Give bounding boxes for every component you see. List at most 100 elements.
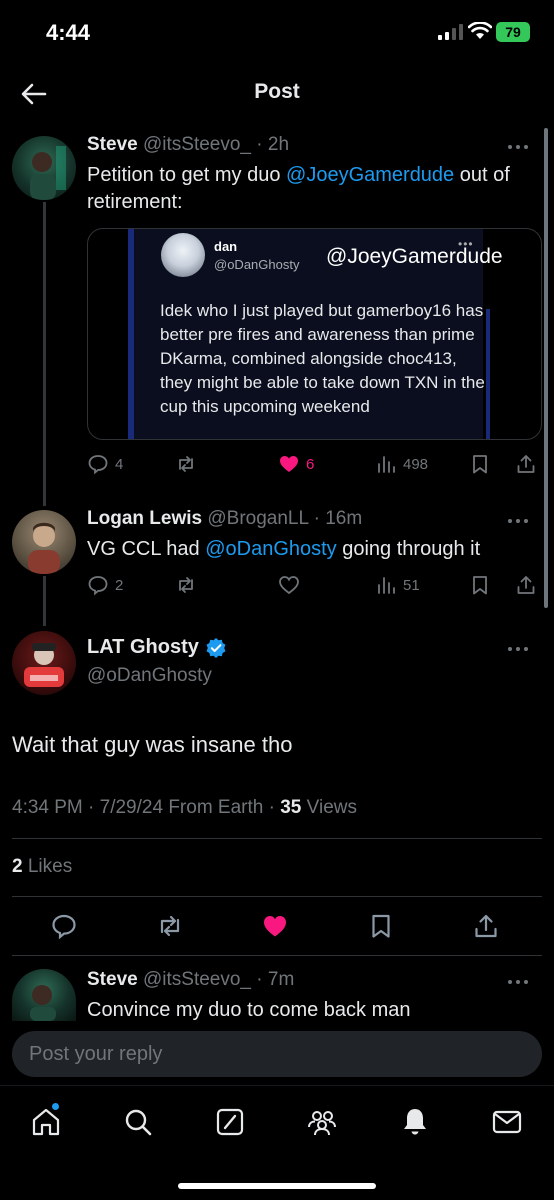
battery-indicator: 79	[496, 22, 530, 42]
quoted-mention: @JoeyGamerdude	[326, 245, 503, 268]
thread-connector	[43, 202, 46, 506]
author-handle[interactable]: @BroganLL	[207, 508, 308, 529]
tab-grok[interactable]	[214, 1106, 246, 1138]
media-decoration	[128, 229, 134, 439]
tweet-time: · 16m	[313, 508, 363, 529]
mention-link[interactable]: @oDanGhosty	[205, 538, 336, 560]
communities-icon	[308, 1111, 336, 1136]
views-label: Views	[301, 797, 357, 818]
tab-communities[interactable]	[306, 1106, 338, 1138]
quoted-avatar	[161, 233, 205, 277]
quoted-author-handle: @oDanGhosty	[214, 257, 300, 272]
tweet-time: · 7m	[256, 969, 295, 990]
avatar[interactable]	[12, 136, 76, 200]
divider	[12, 838, 542, 839]
avatar[interactable]	[12, 510, 76, 574]
bookmark-icon	[473, 576, 487, 595]
main-post-header: LAT Ghosty	[87, 636, 227, 659]
tweet-text-part: VG CCL had	[87, 538, 206, 560]
tweet-text: VG CCL had @oDanGhosty going through it	[87, 536, 537, 563]
share-button[interactable]	[472, 912, 502, 942]
tweet-actions: 2 51	[87, 572, 542, 598]
repost-button[interactable]	[175, 451, 197, 477]
author-name[interactable]: LAT Ghosty	[87, 636, 199, 659]
more-options-icon[interactable]	[506, 517, 530, 525]
tab-home[interactable]	[30, 1106, 62, 1138]
likes-label: Likes	[22, 856, 73, 877]
tab-notifications[interactable]	[399, 1106, 431, 1138]
tweet-header: Steve @itsSteevo_ · 2h	[87, 134, 289, 156]
views-icon	[378, 577, 395, 594]
tweet-header: Logan Lewis @BroganLL · 16m	[87, 508, 362, 530]
page-title: Post	[254, 80, 300, 103]
post-metadata: 4:34 PM · 7/29/24 From Earth · 35 Views	[12, 797, 357, 819]
heart-outline-icon	[279, 576, 299, 595]
tab-search[interactable]	[122, 1106, 154, 1138]
bookmark-button[interactable]	[469, 451, 491, 477]
bookmark-button[interactable]	[367, 912, 397, 942]
bookmark-button[interactable]	[469, 572, 491, 598]
tweet-text: Convince my duo to come back man	[87, 999, 411, 1020]
verified-badge-icon	[206, 637, 226, 658]
cellular-signal-icon	[438, 24, 463, 40]
author-name[interactable]: Steve	[87, 969, 138, 990]
author-handle[interactable]: @itsSteevo_	[143, 969, 251, 990]
quoted-media-card[interactable]: dan @oDanGhosty @JoeyGamerdude ••• Idek …	[87, 228, 542, 440]
divider	[12, 896, 542, 897]
status-time: 4:44	[46, 20, 91, 45]
tweet-header: Steve @itsSteevo_ · 7m	[87, 969, 294, 991]
mention-link[interactable]: @JoeyGamerdude	[286, 164, 454, 186]
repost-button[interactable]	[175, 572, 197, 598]
author-name[interactable]: Logan Lewis	[87, 508, 202, 529]
more-options-icon[interactable]	[506, 645, 530, 653]
reply-icon	[52, 914, 76, 940]
home-indicator[interactable]	[178, 1183, 376, 1189]
battery-level: 79	[505, 24, 521, 40]
share-icon	[475, 914, 497, 938]
avatar[interactable]	[12, 631, 76, 695]
grok-icon	[216, 1108, 244, 1136]
views-button[interactable]: 51	[375, 572, 420, 598]
repost-icon	[160, 915, 180, 937]
views-count: 35	[280, 797, 302, 818]
like-button[interactable]	[261, 912, 291, 942]
views-count: 498	[403, 455, 429, 473]
likes-summary[interactable]: 2 Likes	[12, 856, 72, 878]
reply-button[interactable]: 4	[87, 451, 123, 477]
home-icon	[32, 1108, 60, 1136]
wifi-icon	[468, 22, 492, 39]
bookmark-icon	[372, 914, 390, 938]
likes-count: 2	[12, 856, 23, 877]
more-options-icon[interactable]	[506, 978, 530, 986]
bookmark-icon	[473, 455, 487, 474]
more-options-icon[interactable]	[506, 143, 530, 151]
reply-input[interactable]: Post your reply	[12, 1031, 542, 1077]
home-unread-dot	[52, 1103, 59, 1110]
tweet-text-part: going through it	[336, 538, 481, 560]
repost-icon	[179, 456, 193, 472]
share-button[interactable]	[515, 572, 537, 598]
repost-button[interactable]	[156, 912, 186, 942]
share-icon	[517, 455, 535, 473]
author-name[interactable]: Steve	[87, 134, 138, 155]
post-actions	[0, 912, 554, 944]
reply-button[interactable]: 2	[87, 572, 123, 598]
reply-button[interactable]	[50, 912, 80, 942]
like-button[interactable]	[278, 572, 300, 598]
scrollbar[interactable]	[544, 128, 548, 608]
quoted-dots: •••	[458, 237, 474, 251]
share-button[interactable]	[515, 451, 537, 477]
tweet-time: · 2h	[256, 134, 290, 155]
views-button[interactable]: 498	[375, 451, 428, 477]
author-handle[interactable]: @oDanGhosty	[87, 665, 212, 687]
reply-placeholder: Post your reply	[29, 1043, 163, 1065]
quoted-author-name: dan	[214, 239, 238, 254]
post-text: Wait that guy was insane tho	[12, 732, 293, 757]
like-button[interactable]: 6	[278, 451, 314, 477]
avatar[interactable]	[12, 969, 76, 1021]
divider	[12, 955, 542, 956]
tab-messages[interactable]	[491, 1106, 523, 1138]
messages-icon	[492, 1110, 522, 1134]
author-handle[interactable]: @itsSteevo_	[143, 134, 251, 155]
reply-count: 2	[115, 576, 124, 594]
